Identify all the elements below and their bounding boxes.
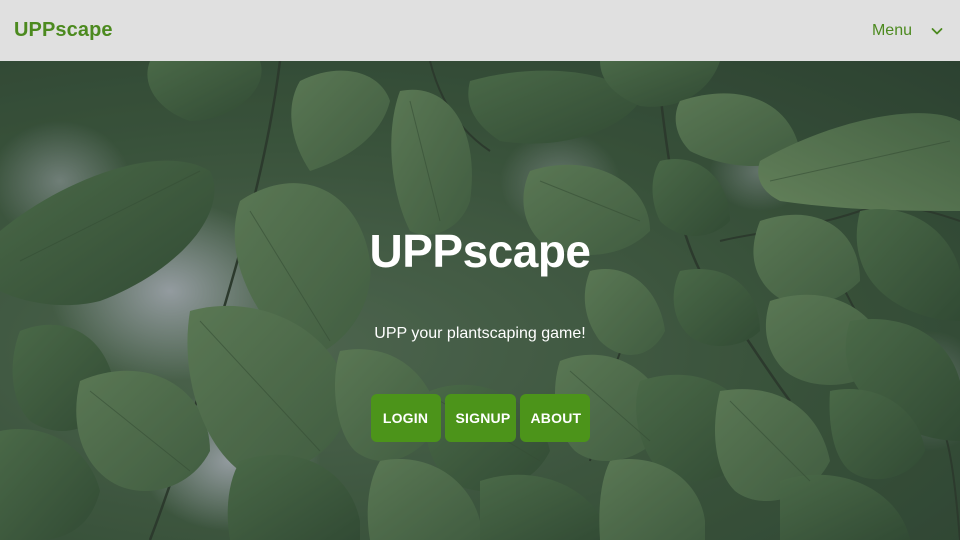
landing-page: UPPscape Menu UPPscape UPP your plantsca… <box>0 0 960 540</box>
brand-logo-link[interactable]: UPPscape <box>14 19 113 42</box>
menu-toggle[interactable]: Menu <box>872 22 944 40</box>
hero-content: UPPscape UPP your plantscaping game! LOG… <box>0 61 960 540</box>
about-button[interactable]: ABOUT <box>519 394 590 442</box>
hero-button-group: LOGIN SIGNUP ABOUT <box>0 394 960 442</box>
hero-section: UPPscape UPP your plantscaping game! LOG… <box>0 61 960 540</box>
chevron-down-icon <box>930 24 944 38</box>
top-navbar: UPPscape Menu <box>0 0 960 61</box>
menu-label: Menu <box>871 21 912 39</box>
login-button[interactable]: LOGIN <box>370 394 441 442</box>
signup-button[interactable]: SIGNUP <box>444 394 516 442</box>
hero-title: UPPscape <box>369 225 591 277</box>
hero-tagline: UPP your plantscaping game! <box>374 325 586 342</box>
